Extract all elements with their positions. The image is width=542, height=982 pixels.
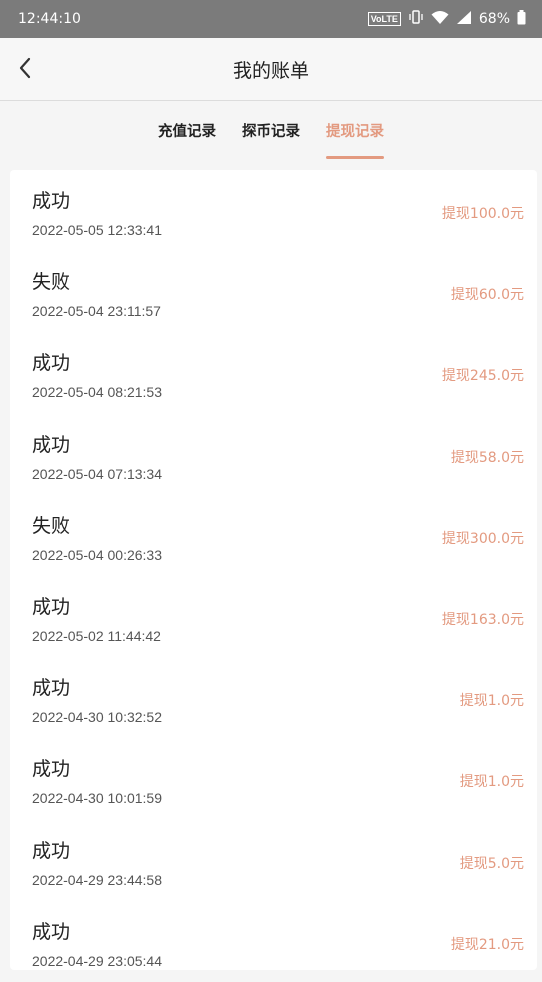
chevron-left-icon xyxy=(18,57,32,83)
record-time: 2022-04-29 23:05:44 xyxy=(32,952,162,969)
record-amount: 提现58.0元 xyxy=(450,449,524,466)
tab-recharge-records[interactable]: 充值记录 xyxy=(158,120,216,159)
signal-icon xyxy=(456,10,472,29)
back-button[interactable] xyxy=(10,55,40,85)
record-status: 失败 xyxy=(32,271,71,294)
record-time: 2022-05-04 00:26:33 xyxy=(32,546,162,563)
page-title: 我的账单 xyxy=(232,59,309,82)
list-item[interactable]: 成功 2022-05-05 12:33:41 提现100.0元 xyxy=(10,170,537,251)
tab-coin-records[interactable]: 探币记录 xyxy=(242,120,300,159)
record-time: 2022-04-29 23:44:58 xyxy=(32,871,162,888)
record-time: 2022-04-30 10:32:52 xyxy=(32,709,162,726)
wifi-icon xyxy=(431,10,449,29)
nav-bar: 我的账单 xyxy=(0,38,542,101)
record-amount: 提现1.0元 xyxy=(459,693,524,710)
battery-percent: 68% xyxy=(478,11,510,27)
list-item[interactable]: 成功 2022-05-02 11:44:42 提现163.0元 xyxy=(10,576,537,657)
list-item[interactable]: 成功 2022-04-29 23:05:44 提现21.0元 xyxy=(10,901,537,982)
record-status: 成功 xyxy=(32,352,71,375)
vibrate-icon xyxy=(408,9,424,29)
record-status: 成功 xyxy=(32,920,71,943)
list-item[interactable]: 成功 2022-04-29 23:44:58 提现5.0元 xyxy=(10,820,537,901)
status-bar: 12:44:10 VoLTE 68% xyxy=(0,0,542,38)
record-status: 失败 xyxy=(32,514,71,537)
record-time: 2022-04-30 10:01:59 xyxy=(32,790,162,807)
record-time: 2022-05-04 07:13:34 xyxy=(32,465,162,482)
status-time: 12:44:10 xyxy=(18,11,81,27)
tab-bar: 充值记录 探币记录 提现记录 xyxy=(0,101,542,165)
record-time: 2022-05-04 23:11:57 xyxy=(32,303,161,320)
record-status: 成功 xyxy=(32,190,71,212)
volte-badge: VoLTE xyxy=(367,12,401,26)
list-item[interactable]: 失败 2022-05-04 23:11:57 提现60.0元 xyxy=(10,251,537,332)
record-time: 2022-05-04 08:21:53 xyxy=(32,384,162,401)
list-item[interactable]: 成功 2022-05-04 07:13:34 提现58.0元 xyxy=(10,414,537,495)
withdraw-record-list: 成功 2022-05-05 12:33:41 提现100.0元失败 2022-05-0… xyxy=(10,170,537,970)
record-status: 成功 xyxy=(32,758,71,781)
list-item[interactable]: 成功 2022-04-30 10:32:52 提现1.0元 xyxy=(10,657,537,738)
record-amount: 提现1.0元 xyxy=(459,774,524,791)
record-amount: 提现163.0元 xyxy=(441,611,524,628)
list-item[interactable]: 成功 2022-05-04 08:21:53 提现245.0元 xyxy=(10,332,537,413)
tab-withdraw-records[interactable]: 提现记录 xyxy=(326,120,384,159)
record-time: 2022-05-05 12:33:41 xyxy=(32,222,162,238)
list-item[interactable]: 成功 2022-04-30 10:01:59 提现1.0元 xyxy=(10,738,537,819)
record-status: 成功 xyxy=(32,677,71,700)
record-amount: 提现300.0元 xyxy=(441,530,524,547)
record-amount: 提现60.0元 xyxy=(450,287,524,304)
record-time: 2022-05-02 11:44:42 xyxy=(32,627,161,644)
record-status: 成功 xyxy=(32,433,71,456)
status-icons: VoLTE 68% xyxy=(367,9,526,29)
record-amount: 提现100.0元 xyxy=(441,206,524,222)
record-status: 成功 xyxy=(32,839,71,862)
record-status: 成功 xyxy=(32,595,71,618)
record-amount: 提现21.0元 xyxy=(450,936,524,953)
list-item[interactable]: 失败 2022-05-04 00:26:33 提现300.0元 xyxy=(10,495,537,576)
battery-icon xyxy=(517,9,526,29)
record-amount: 提现5.0元 xyxy=(459,855,524,872)
record-amount: 提现245.0元 xyxy=(441,368,524,385)
